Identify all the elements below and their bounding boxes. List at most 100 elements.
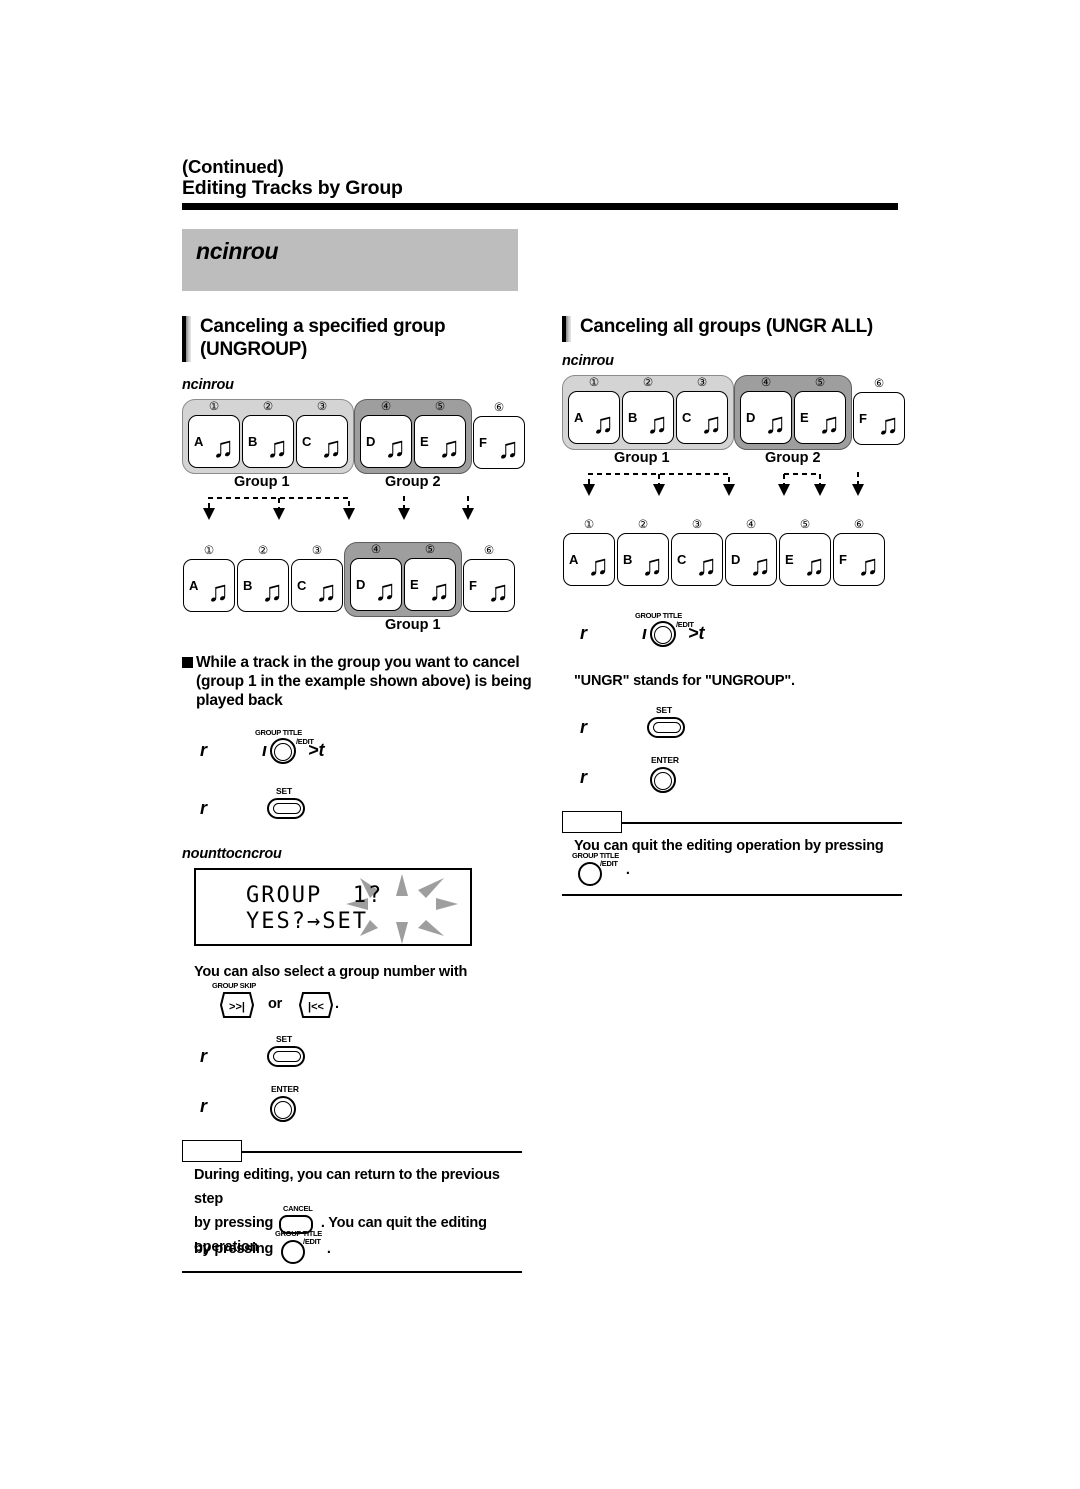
button-oval-glyph: [647, 717, 685, 738]
memo-line-1: You can quit the editing operation by pr…: [574, 838, 884, 854]
track-tile: ① A ♫: [563, 519, 615, 586]
page-title: Editing Tracks by Group: [182, 177, 403, 199]
button-oval-glyph: [267, 1046, 305, 1067]
hint-period: .: [335, 996, 339, 1012]
track-number: ④: [760, 377, 772, 389]
track-box: D ♫: [360, 415, 412, 468]
right-section-heading: Canceling all groups (UNGR ALL): [562, 315, 922, 342]
group-labels-before: Group 1 Group 2: [562, 450, 922, 470]
memo-line-2: GROUP TITLE /EDIT .: [572, 852, 902, 888]
track-tile: ⑤ E ♫: [794, 377, 846, 444]
ungrouped-container: ⑥ F ♫: [472, 401, 526, 474]
right-note-text: "UNGR" stands for "UNGROUP".: [574, 673, 795, 689]
manual-page: (Continued) Editing Tracks by Group ncin…: [0, 0, 1080, 1489]
track-tile: ⑥ F ♫: [853, 378, 905, 445]
track-number: ⑥: [493, 402, 505, 414]
group-title-edit-button[interactable]: GROUP TITLE /EDIT: [255, 729, 314, 768]
track-tile: ③ C ♫: [676, 377, 728, 444]
set-button[interactable]: SET: [267, 1035, 305, 1076]
memo-bottom-rule: [562, 894, 902, 896]
set-button[interactable]: SET: [647, 706, 685, 747]
set-button[interactable]: SET: [267, 787, 305, 828]
track-tile: ③ C ♫: [291, 545, 343, 612]
track-row-before: ① A ♫ ② B ♫ ③ C ♫ ④ D ♫ ⑤ E ♫ ⑥ F ♫: [562, 375, 922, 450]
section-banner: ncinrou: [182, 229, 518, 291]
track-letter: B: [248, 434, 258, 449]
music-note-icon: ♫: [646, 408, 668, 440]
track-tile: ① A ♫: [568, 377, 620, 444]
group-1-label: Group 1: [234, 474, 290, 490]
ungrouped-container: ⑥ F ♫: [462, 544, 516, 617]
button-caption: CANCEL: [283, 1204, 313, 1214]
track-number: ⑤: [434, 401, 446, 413]
music-note-icon: ♫: [497, 433, 519, 465]
music-note-icon: ♫: [695, 550, 717, 582]
track-letter: D: [731, 552, 741, 567]
track-box: F ♫: [833, 533, 885, 586]
track-tile: ⑤ E ♫: [404, 544, 456, 611]
music-note-icon: ♫: [749, 550, 771, 582]
group-2-container: ④ D ♫ ⑤ E ♫: [734, 375, 852, 450]
hint-or-label: or: [268, 996, 283, 1012]
track-box: E ♫: [779, 533, 831, 586]
right-example-label: ncinrou: [562, 353, 614, 369]
group-skip-back-button[interactable]: |<<: [298, 992, 334, 1023]
right-column: Canceling all groups (UNGR ALL) ncinrou …: [562, 315, 922, 896]
button-caption: ENTER: [651, 755, 679, 765]
left-example-label: ncinrou: [182, 377, 234, 393]
enter-button[interactable]: ENTER: [270, 1085, 300, 1126]
track-number: ⑥: [853, 519, 865, 531]
track-letter: F: [859, 411, 867, 426]
music-note-icon: ♫: [374, 575, 396, 607]
track-letter: A: [194, 434, 204, 449]
track-box: E ♫: [794, 391, 846, 444]
diagram-connector-arrows: [203, 496, 474, 520]
enter-button[interactable]: ENTER: [650, 756, 680, 797]
music-note-icon: ♫: [438, 432, 460, 464]
memo-line-3: by pressing GROUP TITLE /EDIT .: [194, 1230, 522, 1265]
step-text-suffix: >t: [688, 623, 705, 643]
track-letter: D: [366, 434, 376, 449]
header-continued: (Continued): [182, 156, 284, 177]
music-note-icon: ♫: [261, 576, 283, 608]
track-letter: C: [677, 552, 687, 567]
group-labels-before: Group 1 Group 2: [182, 474, 542, 494]
track-letter: E: [800, 410, 809, 425]
track-box: C ♫: [671, 533, 723, 586]
track-number: ③: [311, 545, 323, 557]
group-title-edit-button[interactable]: GROUP TITLE /EDIT: [572, 852, 622, 887]
page-header: (Continued) Editing Tracks by Group: [182, 156, 898, 210]
group-skip-forward-button[interactable]: GROUP SKIP >>|: [212, 982, 256, 1023]
button-caption: GROUP TITLE: [635, 611, 682, 620]
track-tile: ⑤ E ♫: [779, 519, 831, 586]
group-title-edit-button[interactable]: GROUP TITLE /EDIT: [635, 612, 694, 651]
track-tile: ⑥ F ♫: [833, 519, 885, 586]
right-diagram-after: ① A ♫ ② B ♫ ③ C ♫ ④ D ♫ ⑤ E ♫ ⑥ F ♫: [562, 518, 922, 591]
track-tile: ④ D ♫: [360, 401, 412, 468]
right-step-2: r SET: [562, 703, 922, 749]
track-tile: ③ C ♫: [671, 519, 723, 586]
step-text-prefix: r: [580, 767, 588, 787]
group-2-label: Group 2: [385, 474, 441, 490]
track-letter: C: [297, 578, 307, 593]
track-number: ①: [203, 545, 215, 557]
group-title-edit-button[interactable]: GROUP TITLE /EDIT: [275, 1230, 323, 1265]
left-instruction: While a track in the group you want to c…: [182, 653, 542, 710]
track-box: E ♫: [414, 415, 466, 468]
step-text-prefix: r: [580, 623, 588, 643]
memo-bottom-rule: [182, 1271, 522, 1273]
button-circle-glyph: [281, 1240, 306, 1265]
music-note-icon: ♫: [384, 432, 406, 464]
group-1-label-after: Group 1: [385, 617, 441, 633]
ungrouped-container: ⑥ F ♫: [852, 377, 906, 450]
track-box: F ♫: [473, 416, 525, 469]
left-column: Canceling a specified group (UNGROUP) nc…: [182, 315, 542, 1273]
track-box: B ♫: [622, 391, 674, 444]
track-box: F ♫: [463, 559, 515, 612]
music-note-icon: ♫: [592, 408, 614, 440]
button-caption: ENTER: [271, 1084, 299, 1094]
track-letter: E: [420, 434, 429, 449]
group-labels-after: Group 1: [182, 617, 542, 637]
button-caption: SET: [656, 705, 672, 715]
track-box: C ♫: [676, 391, 728, 444]
